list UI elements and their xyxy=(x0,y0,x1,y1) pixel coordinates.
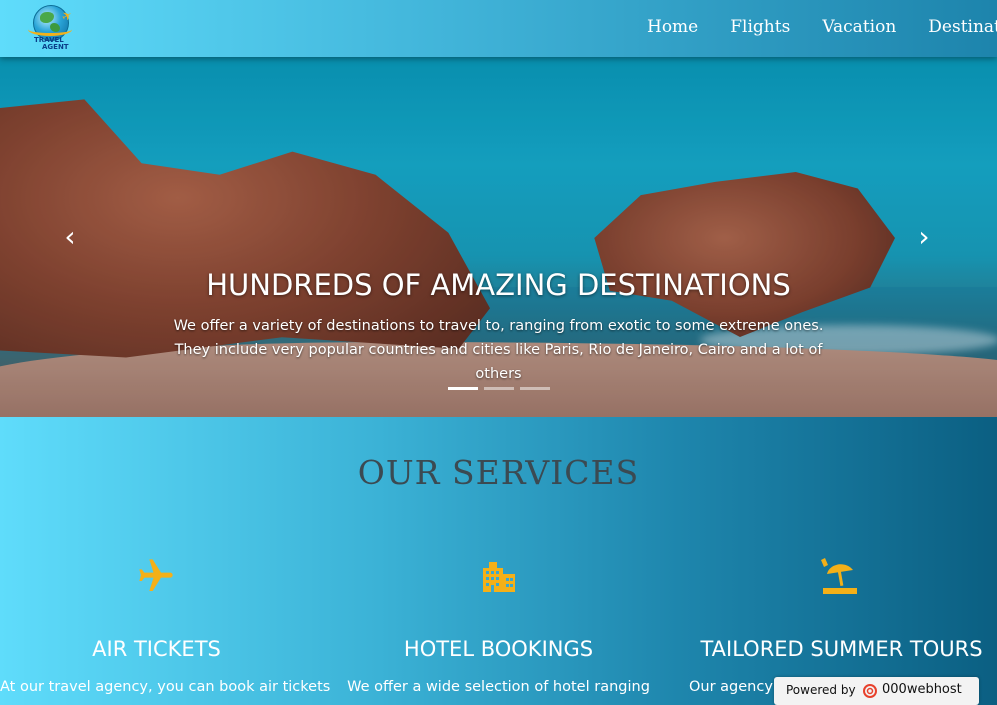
carousel-indicators xyxy=(448,387,556,390)
service-summer-tours-title: TAILORED SUMMER TOURS xyxy=(700,637,983,661)
nav-home-link[interactable]: Home xyxy=(647,17,698,37)
service-hotel-bookings-text: We offer a wide selection of hotel rangi… xyxy=(347,679,650,695)
powered-by-badge[interactable]: Powered by 000webhost xyxy=(774,677,979,705)
service-hotel-bookings-title: HOTEL BOOKINGS xyxy=(403,637,594,661)
carousel-indicator-1[interactable] xyxy=(448,387,478,390)
beach-umbrella-icon xyxy=(821,558,857,594)
nav-flights-link[interactable]: Flights xyxy=(730,17,790,37)
carousel-indicator-3[interactable] xyxy=(520,387,550,390)
main-nav: Home Flights Vacation Destinations xyxy=(647,17,997,37)
hero-text: We offer a variety of destinations to tr… xyxy=(173,318,824,382)
hotel-icon xyxy=(483,562,515,592)
chevron-left-icon[interactable]: ‹ xyxy=(60,222,80,252)
nav-destinations-link[interactable]: Destinations xyxy=(928,17,997,37)
nav-vacation-link[interactable]: Vacation xyxy=(822,17,896,37)
hero-title: HUNDREDS OF AMAZING DESTINATIONS xyxy=(206,268,791,302)
hero-carousel: ‹ › HUNDREDS OF AMAZING DESTINATIONS We … xyxy=(0,57,997,417)
services-title: OUR SERVICES xyxy=(357,453,640,492)
powered-by-label: Powered by xyxy=(786,683,856,697)
airplane-icon xyxy=(139,559,173,591)
webhost-label: 000webhost xyxy=(882,682,962,697)
chevron-right-icon[interactable]: › xyxy=(914,222,934,252)
carousel-indicator-2[interactable] xyxy=(484,387,514,390)
service-air-tickets-title: AIR TICKETS xyxy=(92,637,221,661)
webhost-logo-icon xyxy=(863,684,877,698)
logo-text-agent: AGENT xyxy=(42,43,69,51)
travel-agent-logo[interactable]: ✈ TRAVEL AGENT xyxy=(28,3,76,53)
navbar: ✈ TRAVEL AGENT Home Flights Vacation Destin… xyxy=(0,0,997,57)
service-air-tickets-text: At our travel agency, you can book air t… xyxy=(0,679,331,695)
